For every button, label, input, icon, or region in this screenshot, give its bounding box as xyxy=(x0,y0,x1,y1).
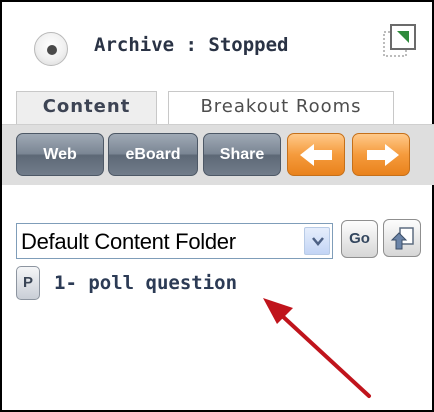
tab-breakout-rooms[interactable]: Breakout Rooms xyxy=(168,91,394,125)
popout-window-icon[interactable] xyxy=(382,22,418,60)
content-item-poll-question[interactable]: 1- poll question xyxy=(54,272,237,294)
upload-button[interactable] xyxy=(383,219,421,257)
eboard-button[interactable]: eBoard xyxy=(108,133,198,176)
go-button[interactable]: Go xyxy=(341,220,378,258)
radio-dot xyxy=(47,45,57,55)
upload-icon xyxy=(390,227,414,250)
share-button[interactable]: Share xyxy=(203,133,281,176)
tab-content[interactable]: Content xyxy=(16,91,157,125)
content-folder-select[interactable]: Default Content Folder xyxy=(16,223,333,259)
red-pointer-arrow xyxy=(263,298,371,398)
content-panel: Archive : Stopped Content Breakout Rooms… xyxy=(0,0,434,412)
poll-type-badge: P xyxy=(16,266,40,300)
web-button[interactable]: Web xyxy=(16,133,104,176)
arrow-right-icon xyxy=(367,144,399,166)
forward-button[interactable] xyxy=(352,133,410,176)
arrow-left-icon xyxy=(300,144,332,166)
back-button[interactable] xyxy=(287,133,345,176)
chevron-down-icon[interactable] xyxy=(304,227,330,255)
folder-select-value: Default Content Folder xyxy=(21,229,236,254)
archive-status-text: Archive : Stopped xyxy=(94,34,289,56)
archive-radio-icon[interactable] xyxy=(34,32,68,66)
